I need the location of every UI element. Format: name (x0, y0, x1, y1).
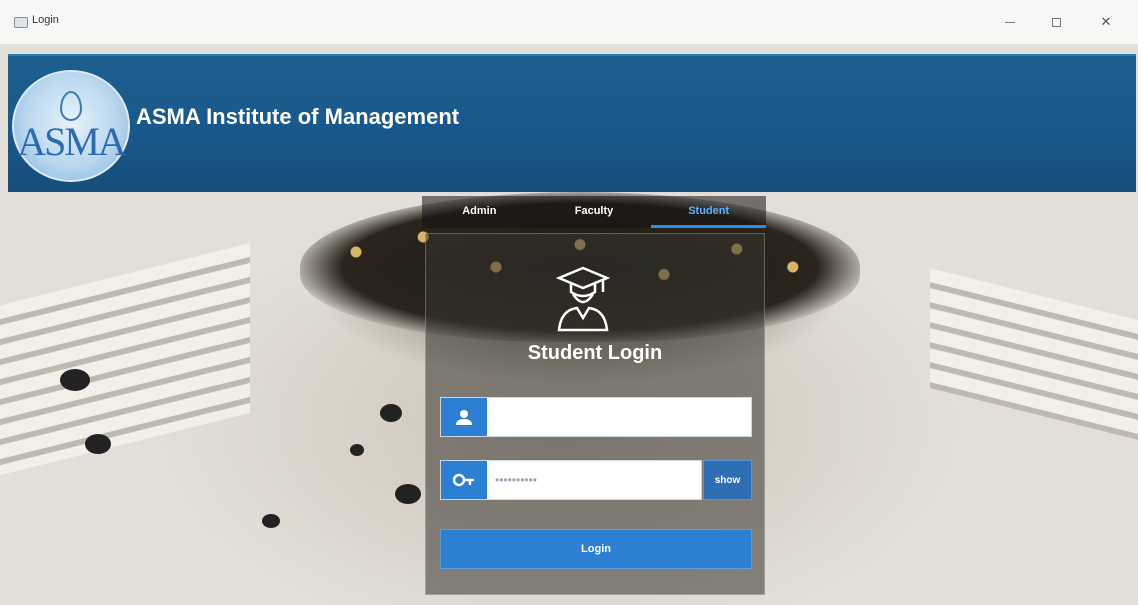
role-tabs: Admin Faculty Student (422, 196, 767, 228)
tab-faculty[interactable]: Faculty (537, 196, 652, 228)
tab-admin[interactable]: Admin (422, 196, 537, 228)
graduate-icon (555, 266, 611, 332)
background-speck (85, 434, 111, 454)
username-field (440, 397, 752, 437)
window-titlebar: Login ✕ (0, 0, 1138, 44)
drop-icon (60, 91, 82, 121)
institute-name: ASMA Institute of Management (136, 104, 460, 129)
password-input[interactable] (487, 461, 701, 499)
background-speck (380, 404, 402, 422)
background-speck (60, 369, 90, 391)
close-button[interactable]: ✕ (1086, 10, 1126, 34)
tab-student[interactable]: Student (651, 196, 767, 228)
password-field (440, 460, 702, 500)
institute-logo: ASMA (12, 70, 130, 182)
close-icon: ✕ (1100, 14, 1112, 29)
login-button[interactable]: Login (440, 529, 752, 569)
app-icon (14, 17, 28, 28)
logo-text: ASMA (17, 119, 127, 164)
maximize-button[interactable] (1036, 10, 1076, 34)
login-title: Student Login (527, 342, 663, 364)
minimize-button[interactable] (990, 10, 1030, 34)
maximize-icon (1051, 17, 1061, 27)
user-icon (441, 398, 487, 436)
background-stripes-right (930, 268, 1138, 440)
background-speck (350, 444, 364, 456)
background-speck (395, 484, 421, 504)
show-password-button[interactable]: show (703, 460, 752, 500)
window-title: Login (32, 14, 59, 26)
username-input[interactable] (487, 398, 751, 436)
minimize-icon (1005, 21, 1015, 23)
background-speck (262, 514, 280, 528)
key-icon (441, 461, 487, 499)
background-stripes-left (0, 242, 250, 476)
